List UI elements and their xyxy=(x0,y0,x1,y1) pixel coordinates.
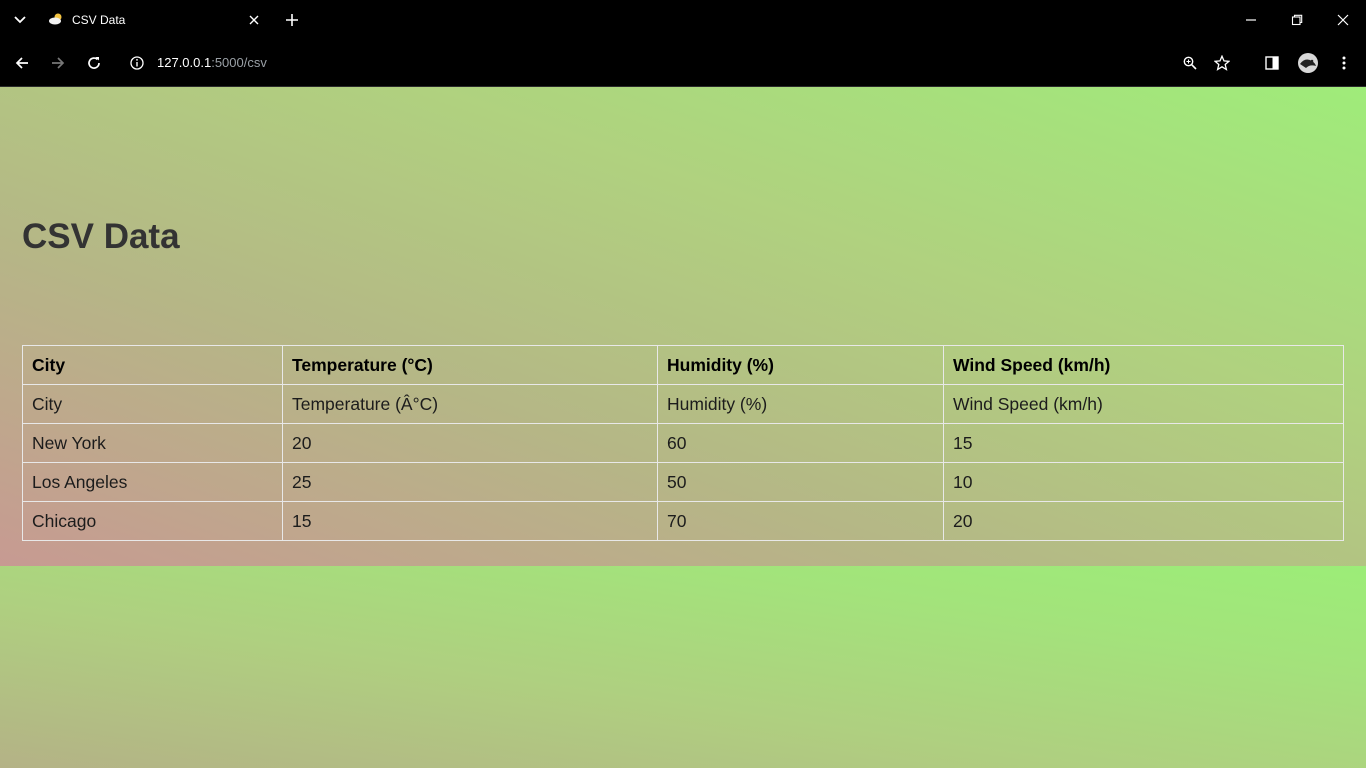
zoom-button[interactable] xyxy=(1178,51,1202,75)
table-cell: 20 xyxy=(943,501,1344,541)
table-cell: 25 xyxy=(282,462,658,502)
tab-csv-data[interactable]: CSV Data xyxy=(38,4,270,36)
side-panel-button[interactable] xyxy=(1260,51,1284,75)
page-background-lower xyxy=(0,566,1366,768)
side-panel-icon xyxy=(1265,56,1279,70)
table-cell: Wind Speed (km/h) xyxy=(943,384,1344,424)
table-cell: Humidity (%) xyxy=(657,384,944,424)
plus-icon xyxy=(286,14,298,26)
table-cell: 60 xyxy=(657,423,944,463)
tab-close-icon[interactable] xyxy=(246,12,262,28)
table-cell: 20 xyxy=(282,423,658,463)
tab-title: CSV Data xyxy=(72,13,126,27)
table-cell: New York xyxy=(22,423,283,463)
arrow-right-icon xyxy=(52,57,65,69)
table-cell: Temperature (Â°C) xyxy=(282,384,658,424)
csv-table: City Temperature (°C) Humidity (%) Wind … xyxy=(22,345,1344,541)
close-window-button[interactable] xyxy=(1331,8,1355,32)
table-cell: 10 xyxy=(943,462,1344,502)
tab-strip: CSV Data xyxy=(0,0,1366,40)
avatar xyxy=(1298,53,1318,73)
table-cell: 15 xyxy=(943,423,1344,463)
bookmark-button[interactable] xyxy=(1210,51,1234,75)
column-header: Wind Speed (km/h) xyxy=(943,345,1344,385)
forward-button[interactable] xyxy=(46,51,70,75)
more-vert-icon xyxy=(1342,56,1346,70)
table-cell: 15 xyxy=(282,501,658,541)
page-viewport: CSV Data City Temperature (°C) Humidity … xyxy=(0,87,1366,768)
minimize-icon xyxy=(1246,19,1256,21)
table-cell: 50 xyxy=(657,462,944,502)
browser-toolbar: 127.0.0.1:5000/csv xyxy=(0,40,1366,87)
back-button[interactable] xyxy=(10,51,34,75)
column-header: City xyxy=(22,345,283,385)
table-cell: 70 xyxy=(657,501,944,541)
close-icon xyxy=(1337,14,1349,26)
address-path: :5000/csv xyxy=(211,55,267,70)
page-title: CSV Data xyxy=(22,217,180,256)
table-cell: Chicago xyxy=(22,501,283,541)
minimize-button[interactable] xyxy=(1239,8,1263,32)
site-info-button[interactable] xyxy=(125,51,149,75)
info-icon xyxy=(130,56,144,70)
star-icon xyxy=(1214,55,1230,71)
reload-button[interactable] xyxy=(82,51,106,75)
restore-button[interactable] xyxy=(1285,8,1309,32)
reload-icon xyxy=(88,57,100,69)
table-row: Chicago 15 70 20 xyxy=(22,501,1344,541)
column-header: Humidity (%) xyxy=(657,345,944,385)
restore-icon xyxy=(1291,14,1303,26)
zoom-icon xyxy=(1183,56,1197,70)
weather-cloud-sun-icon xyxy=(48,12,64,26)
table-row: New York 20 60 15 xyxy=(22,423,1344,463)
table-header-row: City Temperature (°C) Humidity (%) Wind … xyxy=(22,345,1344,385)
address-host: 127.0.0.1 xyxy=(157,55,212,70)
arrow-left-icon xyxy=(15,57,28,69)
new-tab-button[interactable] xyxy=(282,10,302,30)
chevron-down-icon xyxy=(14,16,26,24)
column-header: Temperature (°C) xyxy=(282,345,658,385)
table-row: Los Angeles 25 50 10 xyxy=(22,462,1344,502)
table-row: City Temperature (Â°C) Humidity (%) Wind… xyxy=(22,384,1344,424)
tab-search-button[interactable] xyxy=(8,10,32,30)
menu-button[interactable] xyxy=(1332,51,1356,75)
profile-button[interactable] xyxy=(1296,51,1320,75)
table-cell: City xyxy=(22,384,283,424)
table-cell: Los Angeles xyxy=(22,462,283,502)
address-bar[interactable]: 127.0.0.1:5000/csv xyxy=(157,55,267,70)
